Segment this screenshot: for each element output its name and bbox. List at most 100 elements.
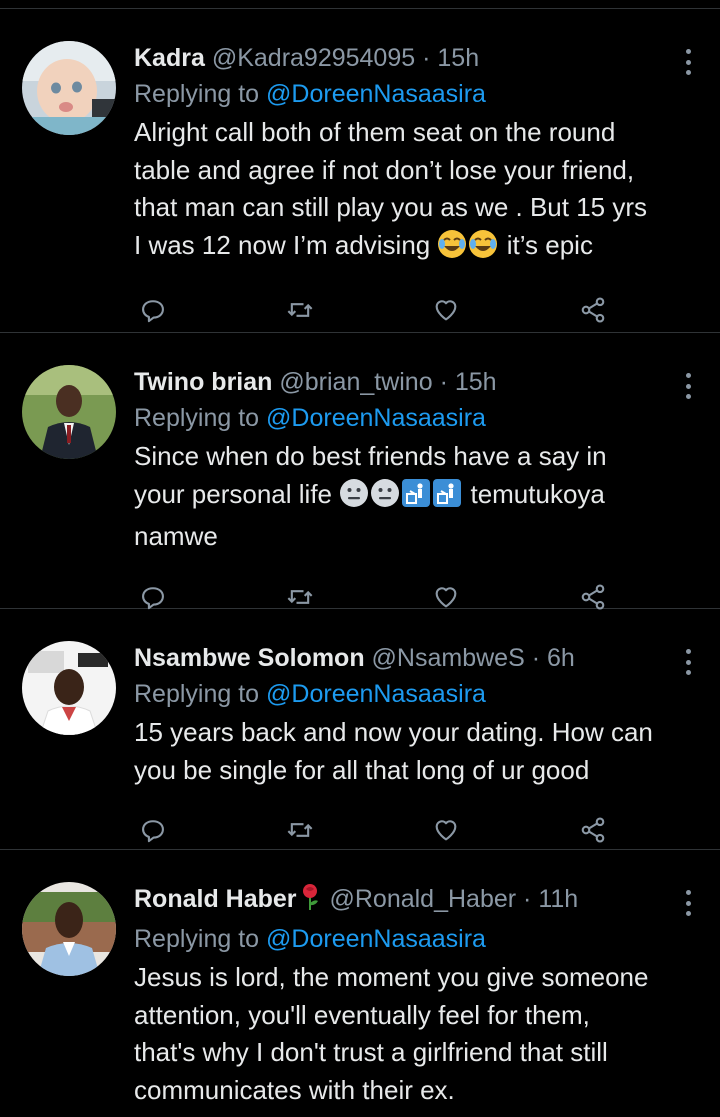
like-icon [435, 586, 457, 607]
rose-emoji [299, 883, 321, 920]
text-line: that man can still play you as we . But … [134, 192, 648, 222]
tweet-text: Jesus is lord, the moment you give someo… [134, 959, 700, 1109]
replying-prefix: Replying to [134, 80, 260, 108]
more-icon[interactable] [680, 373, 696, 399]
separator-dot: · [422, 44, 431, 72]
timestamp[interactable]: 15h [437, 44, 479, 72]
replying-to: Replying to @DoreenNasaasira [134, 75, 700, 113]
text-line: you be single for all that long of ur go… [134, 754, 590, 785]
author-handle[interactable]: @Ronald_Haber [329, 885, 516, 913]
retweet-button[interactable] [285, 295, 315, 325]
avatar[interactable] [22, 641, 116, 735]
tweet-text: 15 years back and now your dating. How c… [134, 714, 700, 789]
more-icon[interactable] [680, 890, 696, 916]
timestamp[interactable]: 6h [547, 644, 575, 672]
reply-tweet[interactable]: Nsambwe Solomon @NsambweS · 6h Replying … [0, 609, 720, 850]
reply-tweet[interactable]: Twino brian @brian_twino · 15h Replying … [0, 333, 720, 609]
separator-dot: · [439, 368, 448, 396]
text-line: attention, you'll eventually feel for th… [134, 999, 590, 1030]
text-line: communicates with their ex. [134, 1074, 455, 1105]
timestamp[interactable]: 15h [455, 368, 497, 396]
reply-button[interactable] [138, 815, 168, 845]
reply-icon [142, 300, 164, 323]
author-handle[interactable]: @brian_twino [279, 368, 432, 396]
reply-button[interactable] [138, 295, 168, 325]
top-divider [0, 0, 720, 9]
litter-in-bin-emoji [432, 478, 462, 519]
text-line: Alright call both of them seat on the ro… [134, 117, 616, 147]
mention-link[interactable]: @DoreenNasaasira [266, 404, 486, 432]
retweet-button[interactable] [285, 582, 315, 612]
tweet-header: Nsambwe Solomon @NsambweS · 6h [134, 641, 700, 675]
text-segment: I was 12 now I’m advising [134, 229, 431, 260]
tweet-text: Alright call both of them seat on the ro… [134, 114, 700, 269]
litter-in-bin-emoji [401, 478, 431, 519]
author-handle[interactable]: @NsambweS [372, 644, 525, 672]
text-line: that's why I don't trust a girlfriend th… [134, 1037, 608, 1067]
neutral-face-emoji [370, 478, 400, 519]
text-line: table and agree if not don’t lose your f… [134, 154, 635, 185]
replying-to: Replying to @DoreenNasaasira [134, 920, 700, 958]
share-button[interactable] [578, 295, 608, 325]
more-icon[interactable] [680, 649, 696, 675]
tweet-actions [134, 815, 608, 845]
reply-tweet[interactable]: Ronald Haber @Ronald_Haber · 11h Replyin… [0, 850, 720, 1110]
reply-icon [142, 820, 164, 843]
retweet-button[interactable] [285, 815, 315, 845]
avatar[interactable] [22, 365, 116, 459]
share-icon [581, 584, 605, 609]
retweet-icon [287, 823, 313, 837]
timestamp[interactable]: 11h [538, 885, 578, 913]
author-name[interactable]: Kadra [134, 44, 205, 72]
reply-button[interactable] [138, 582, 168, 612]
share-icon [581, 817, 605, 843]
mention-link[interactable]: @DoreenNasaasira [266, 680, 486, 708]
replying-to: Replying to @DoreenNasaasira [134, 399, 700, 437]
reply-icon [142, 586, 164, 609]
author-name[interactable]: Nsambwe Solomon [134, 644, 365, 672]
like-icon [435, 300, 457, 321]
like-button[interactable] [431, 582, 461, 612]
text-line: Jesus is lord, the moment you give someo… [134, 962, 649, 992]
face-with-tears-of-joy-emoji [437, 229, 467, 270]
share-icon [581, 297, 605, 323]
tweet-header: Twino brian @brian_twino · 15h [134, 365, 700, 399]
like-button[interactable] [431, 295, 461, 325]
text-line: 15 years back and now your dating. How c… [134, 717, 653, 747]
tweet-header: Ronald Haber @Ronald_Haber · 11h [134, 882, 700, 920]
tweet-text: Since when do best friends have a say in… [134, 438, 700, 556]
replying-prefix: Replying to [134, 680, 260, 708]
text-segment: your personal life [134, 478, 332, 509]
text-line: Since when do best friends have a say in [134, 441, 607, 471]
replying-to: Replying to @DoreenNasaasira [134, 675, 700, 713]
avatar[interactable] [22, 41, 116, 135]
neutral-face-emoji [339, 478, 369, 519]
text-line: your personal life temutukoya [134, 476, 700, 519]
like-button[interactable] [431, 815, 461, 845]
avatar[interactable] [22, 882, 116, 976]
like-icon [435, 820, 457, 841]
text-segment: temutukoya [470, 478, 605, 509]
author-name[interactable]: Ronald Haber [134, 885, 297, 913]
replying-prefix: Replying to [134, 404, 260, 432]
separator-dot: · [523, 885, 532, 913]
tweet-header: Kadra @Kadra92954095 · 15h [134, 41, 700, 75]
author-name[interactable]: Twino brian [134, 368, 272, 396]
text-line: I was 12 now I’m advising it’s epic [134, 227, 700, 270]
tweet-actions [134, 582, 608, 612]
mention-link[interactable]: @DoreenNasaasira [266, 80, 486, 108]
separator-dot: · [531, 644, 541, 672]
retweet-icon [287, 589, 313, 604]
text-segment: it’s epic [506, 229, 593, 260]
more-icon[interactable] [680, 49, 696, 75]
tweet-actions [134, 295, 608, 325]
face-with-tears-of-joy-emoji [468, 229, 498, 270]
author-handle[interactable]: @Kadra92954095 [212, 44, 415, 72]
share-button[interactable] [578, 582, 608, 612]
text-line: namwe [134, 521, 218, 551]
mention-link[interactable]: @DoreenNasaasira [266, 925, 486, 953]
replying-prefix: Replying to [134, 925, 260, 953]
share-button[interactable] [578, 815, 608, 845]
reply-tweet[interactable]: Kadra @Kadra92954095 · 15h Replying to @… [0, 9, 720, 333]
retweet-icon [287, 303, 313, 317]
